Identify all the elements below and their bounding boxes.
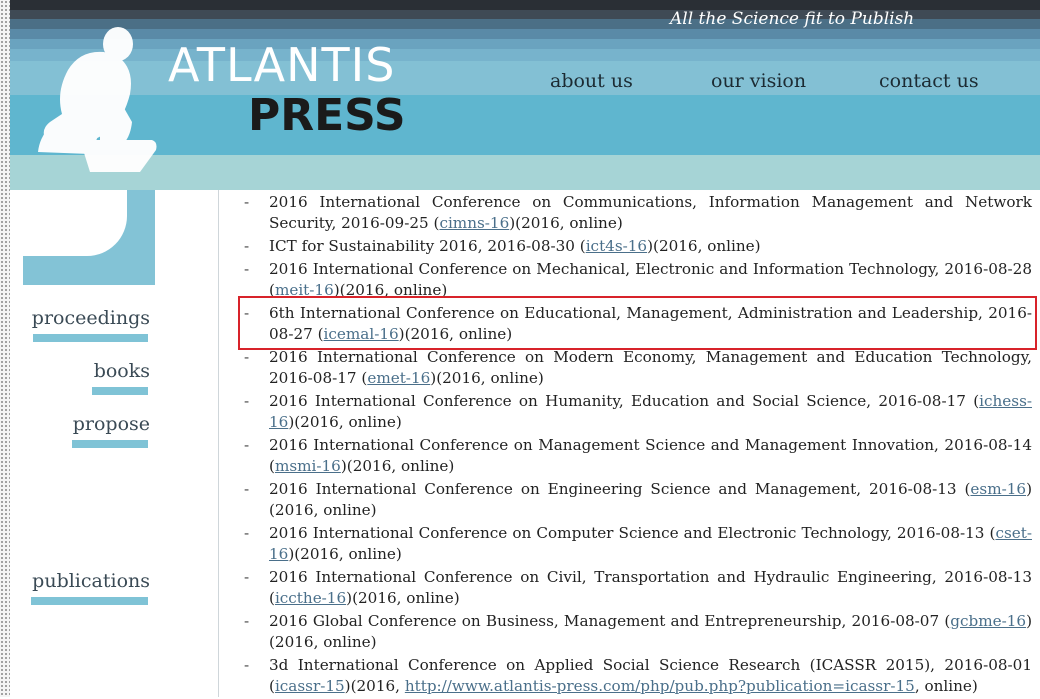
sidebar-item-propose[interactable]: propose — [73, 413, 150, 435]
sidebar-divider — [218, 190, 219, 697]
list-item: 2016 International Conference on Civil, … — [240, 567, 1032, 609]
conference-meta: )(2016, online) — [509, 214, 623, 232]
conference-link[interactable]: icassr-15 — [275, 677, 345, 695]
header-stripe — [10, 29, 1040, 39]
list-item: ICT for Sustainability 2016, 2016-08-30 … — [240, 236, 1032, 257]
conference-title: 2016 International Conference on Compute… — [269, 524, 996, 542]
list-item: 2016 International Conference on Modern … — [240, 347, 1032, 389]
conference-meta: )(2016, — [344, 677, 405, 695]
sidebar-underline — [72, 440, 148, 448]
nav-about-us[interactable]: about us — [550, 70, 633, 92]
list-item: 3d International Conference on Applied S… — [240, 655, 1032, 697]
tagline: All the Science fit to Publish — [670, 9, 915, 29]
logo-atlantis[interactable]: ATLANTIS — [168, 38, 395, 92]
conference-meta: )(2016, online) — [647, 237, 761, 255]
list-item: 2016 International Conference on Communi… — [240, 192, 1032, 234]
conference-link[interactable]: msmi-16 — [275, 457, 341, 475]
conference-list: 2016 International Conference on Communi… — [240, 192, 1032, 699]
header-stripe — [10, 155, 1040, 190]
list-item: 2016 International Conference on Humanit… — [240, 391, 1032, 433]
conference-meta: )(2016, online) — [288, 413, 402, 431]
list-item: 2016 International Conference on Managem… — [240, 435, 1032, 477]
conference-title: 2016 Global Conference on Business, Mana… — [269, 612, 951, 630]
sidebar-underline — [92, 387, 148, 395]
conference-link[interactable]: ict4s-16 — [586, 237, 647, 255]
publication-url-link[interactable]: http://www.atlantis-press.com/php/pub.ph… — [405, 677, 915, 695]
conference-title: 2016 International Conference on Enginee… — [269, 480, 971, 498]
conference-link[interactable]: gcbme-16 — [950, 612, 1026, 630]
conference-meta: , online) — [914, 677, 978, 695]
list-item: 2016 International Conference on Mechani… — [240, 259, 1032, 301]
list-item: 2016 International Conference on Enginee… — [240, 479, 1032, 521]
conference-meta: )(2016, online) — [340, 457, 455, 475]
sidebar-item-books[interactable]: books — [94, 360, 150, 382]
conference-link[interactable]: emet-16 — [367, 369, 430, 387]
conference-title: ICT for Sustainability 2016, 2016-08-30 … — [269, 237, 586, 255]
header-stripe — [10, 95, 1040, 155]
nav-our-vision[interactable]: our vision — [711, 70, 806, 92]
highlight-box — [238, 296, 1037, 350]
conference-title: 2016 International Conference on Communi… — [269, 193, 1032, 232]
header-stripe — [10, 49, 1040, 61]
conference-title: 2016 International Conference on Humanit… — [269, 392, 980, 410]
conference-link[interactable]: esm-16 — [970, 480, 1026, 498]
conference-meta: )(2016, online) — [430, 369, 544, 387]
nav-contact-us[interactable]: contact us — [879, 70, 979, 92]
conference-meta: )(2016, online) — [288, 545, 402, 563]
sidebar-item-publications[interactable]: publications — [32, 570, 150, 592]
conference-link[interactable]: iccthe-16 — [275, 589, 346, 607]
sidebar-item-proceedings[interactable]: proceedings — [32, 307, 150, 329]
sidebar-underline — [31, 597, 148, 605]
header-stripe — [10, 39, 1040, 49]
sidebar-underline — [33, 334, 148, 342]
list-item: 2016 International Conference on Compute… — [240, 523, 1032, 565]
conference-meta: )(2016, online) — [346, 589, 460, 607]
statue-base — [23, 190, 155, 285]
frame-edge — [0, 0, 10, 697]
conference-link[interactable]: cimns-16 — [439, 214, 509, 232]
logo-press[interactable]: PRESS — [248, 90, 406, 141]
list-item: 2016 Global Conference on Business, Mana… — [240, 611, 1032, 653]
